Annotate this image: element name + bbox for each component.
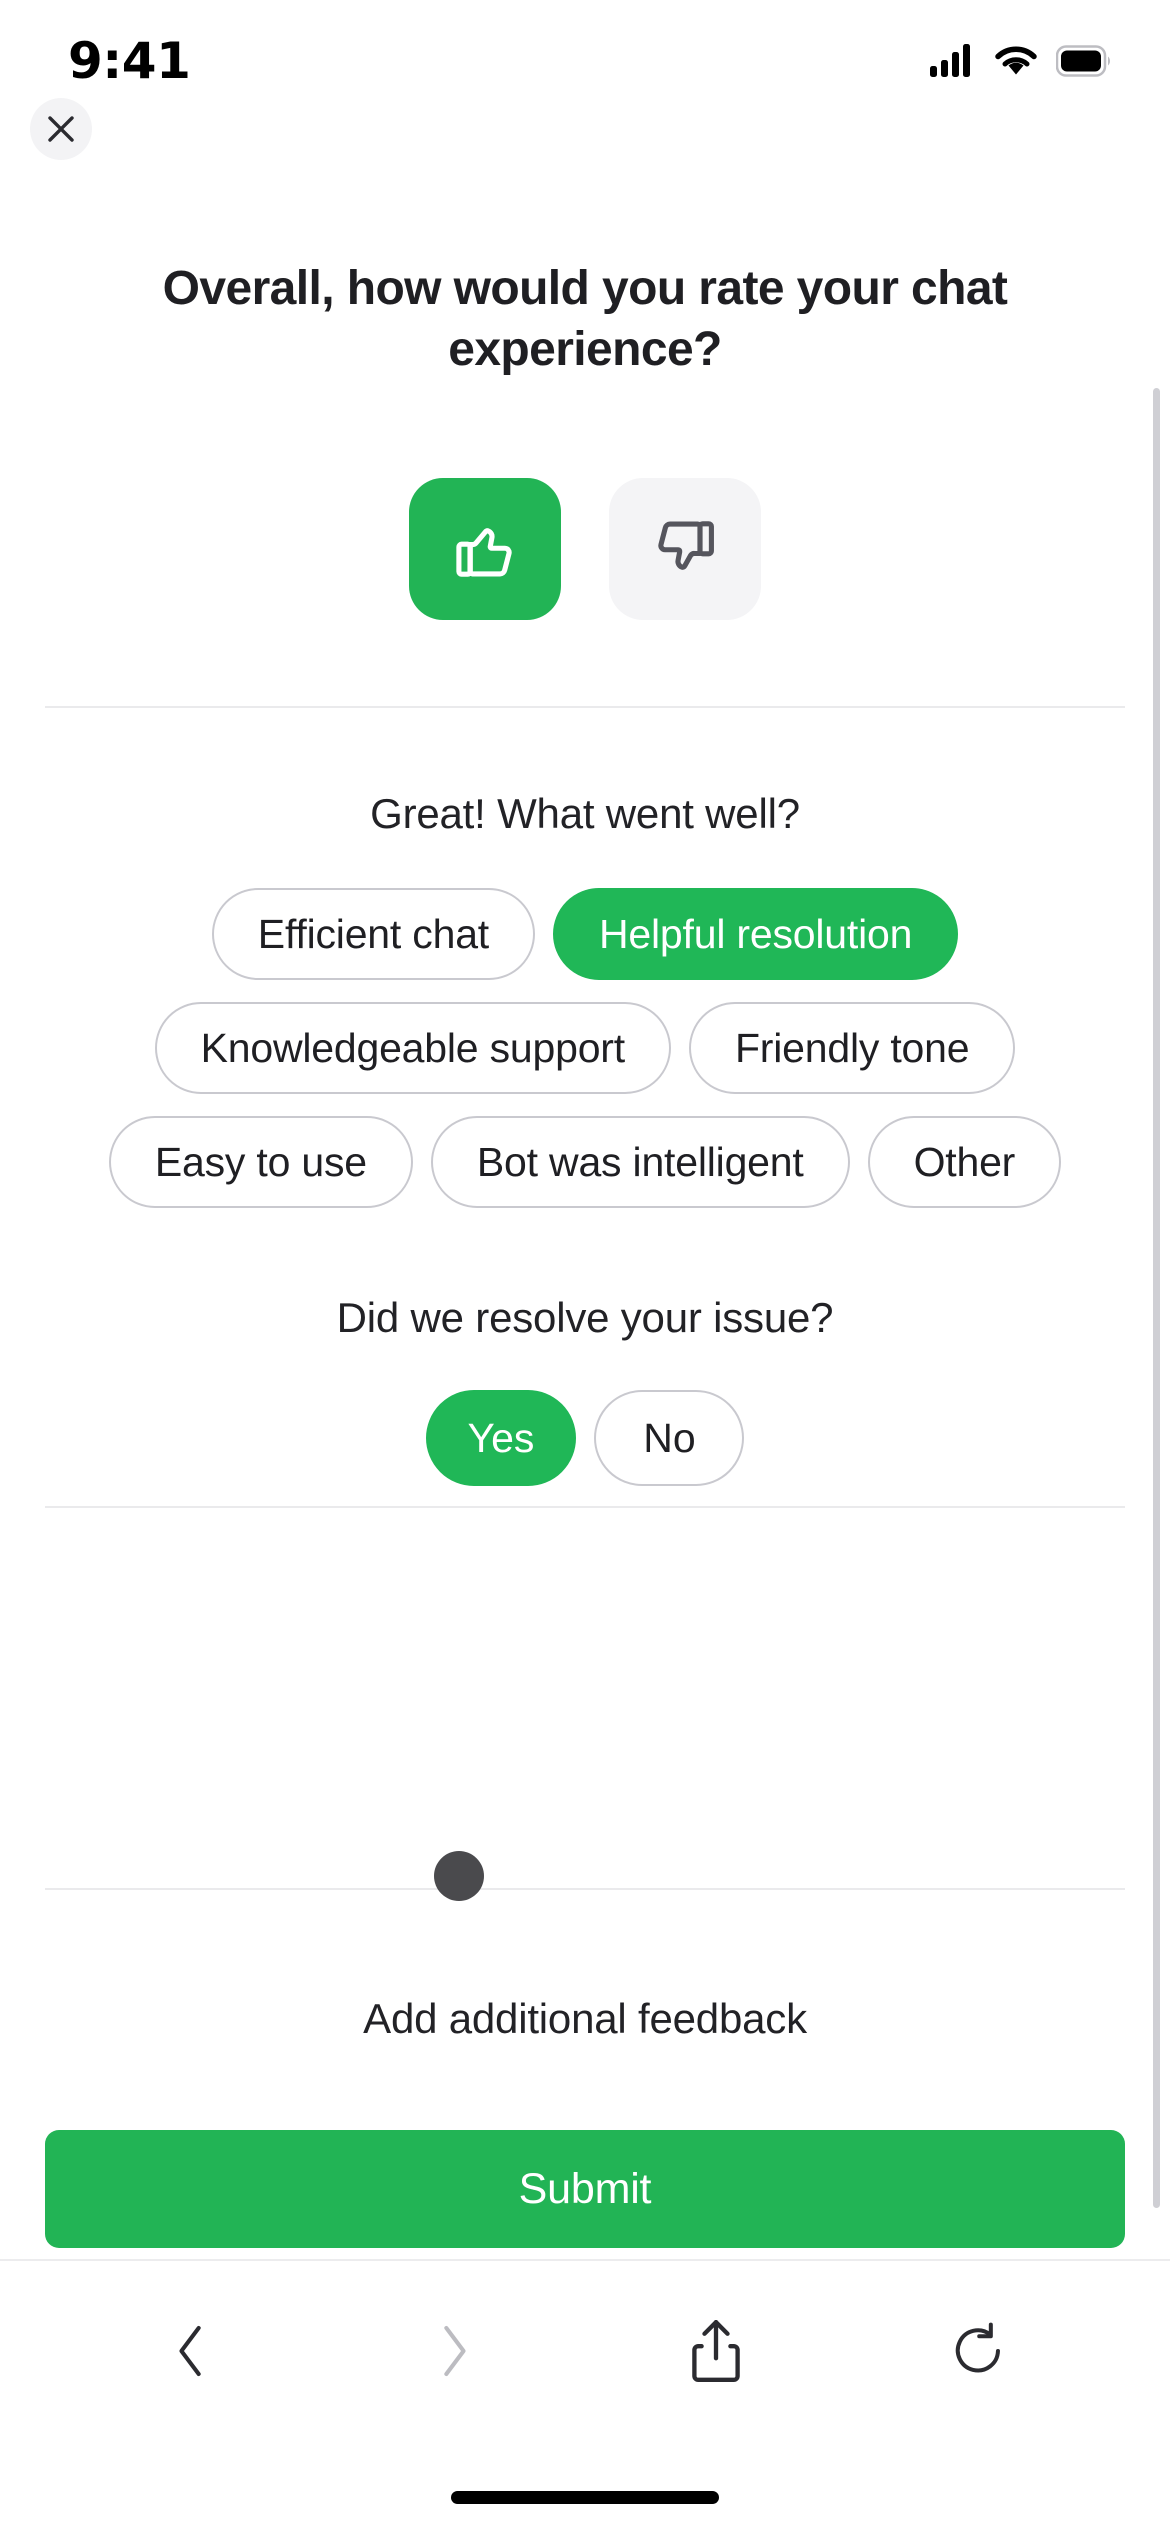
feedback-chip-group: Efficient chat Helpful resolution Knowle… xyxy=(45,888,1125,1208)
chevron-left-icon xyxy=(179,2325,201,2377)
chevron-right-icon xyxy=(444,2325,466,2377)
wifi-icon xyxy=(995,46,1037,75)
thumbs-down-button[interactable] xyxy=(609,478,761,620)
touch-cursor-indicator xyxy=(434,1851,484,1901)
share-icon xyxy=(692,2320,741,2382)
share-button[interactable] xyxy=(656,2296,776,2406)
resolution-option-group: Yes No xyxy=(0,1390,1170,1486)
divider xyxy=(45,706,1125,708)
forward-button[interactable] xyxy=(394,2296,514,2406)
chip-other[interactable]: Other xyxy=(867,1116,1062,1208)
vertical-scrollbar[interactable] xyxy=(1153,388,1160,2208)
chip-friendly-tone[interactable]: Friendly tone xyxy=(688,1002,1016,1094)
chip-bot-was-intelligent[interactable]: Bot was intelligent xyxy=(430,1116,850,1208)
thumbs-down-icon xyxy=(658,521,714,570)
rating-buttons xyxy=(0,478,1170,620)
chip-efficient-chat[interactable]: Efficient chat xyxy=(211,888,535,980)
status-icons xyxy=(930,44,1112,78)
status-bar: 9:41 xyxy=(0,0,1170,100)
cellular-signal-icon xyxy=(930,44,970,77)
additional-feedback-label[interactable]: Add additional feedback xyxy=(0,1995,1170,2043)
divider xyxy=(45,1506,1125,1508)
chip-knowledgeable-support[interactable]: Knowledgeable support xyxy=(154,1002,671,1094)
status-time: 9:41 xyxy=(68,32,191,90)
battery-icon xyxy=(1056,45,1111,77)
mobile-screen: 9:41 Overall, how would you rate your ch… xyxy=(0,0,1170,2532)
thumbs-up-button[interactable] xyxy=(409,478,561,620)
chip-easy-to-use[interactable]: Easy to use xyxy=(108,1116,413,1208)
positive-prompt: Great! What went well? xyxy=(370,790,800,837)
browser-toolbar xyxy=(0,2261,1170,2441)
thumbs-up-icon xyxy=(456,528,512,577)
resolution-option-no[interactable]: No xyxy=(594,1390,745,1486)
close-button[interactable] xyxy=(30,98,92,160)
chip-helpful-resolution[interactable]: Helpful resolution xyxy=(553,888,959,980)
resolution-prompt: Did we resolve your issue? xyxy=(336,1294,834,1341)
submit-button[interactable]: Submit xyxy=(45,2130,1125,2248)
reload-button[interactable] xyxy=(919,2296,1039,2406)
back-button[interactable] xyxy=(131,2296,251,2406)
home-indicator xyxy=(451,2491,719,2504)
reload-icon xyxy=(955,2322,1000,2373)
close-icon xyxy=(48,116,74,142)
page-title: Overall, how would you rate your chat ex… xyxy=(162,262,1008,377)
resolution-option-yes[interactable]: Yes xyxy=(425,1390,577,1486)
divider xyxy=(45,1888,1125,1890)
